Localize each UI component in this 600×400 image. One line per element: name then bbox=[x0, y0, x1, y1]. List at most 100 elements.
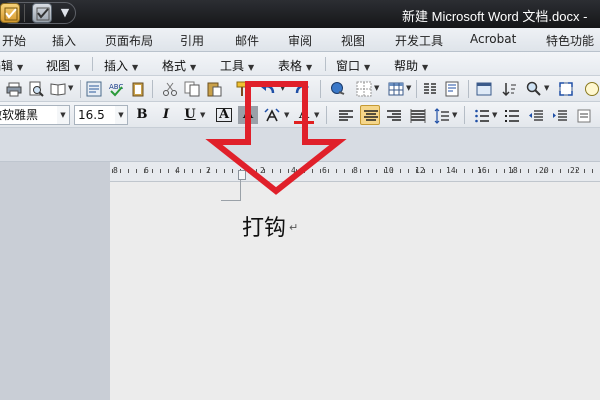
insert-table-button[interactable] bbox=[386, 79, 406, 99]
chevron-down-icon[interactable]: ▼ bbox=[544, 84, 549, 92]
tab-review[interactable]: 审阅 bbox=[288, 32, 312, 49]
spelling-check-button[interactable]: ABC bbox=[106, 79, 126, 99]
font-color-button[interactable]: A bbox=[294, 106, 314, 124]
sort-button[interactable] bbox=[500, 79, 520, 99]
italic-button[interactable]: I bbox=[156, 106, 176, 124]
menu-separator bbox=[92, 57, 93, 71]
document-page[interactable] bbox=[110, 182, 600, 400]
numbered-list-icon bbox=[475, 109, 489, 123]
font-name-combo[interactable]: 微软雅黑 ▼ bbox=[0, 105, 70, 125]
menu-table-label: 表格 bbox=[278, 59, 303, 73]
borders-button[interactable] bbox=[354, 79, 374, 99]
tab-view[interactable]: 视图 bbox=[341, 32, 365, 49]
chevron-down-icon[interactable]: ▼ bbox=[492, 111, 497, 119]
ruler-tick bbox=[232, 169, 233, 173]
align-right-button[interactable] bbox=[384, 106, 404, 126]
menu-tools[interactable]: 工具 ▼ bbox=[220, 57, 254, 74]
font-size-combo[interactable]: 16.5 ▼ bbox=[74, 105, 128, 125]
toolbar-separator bbox=[152, 80, 153, 98]
menu-window[interactable]: 窗口 ▼ bbox=[336, 57, 370, 74]
tab-mailings[interactable]: 邮件 bbox=[235, 32, 259, 49]
hyperlink-button[interactable] bbox=[328, 79, 348, 99]
quick-access-button-1[interactable] bbox=[0, 3, 20, 23]
word-window: ▼ 新建 Microsoft Word 文档.docx - 开始 插入 页面布局… bbox=[0, 0, 600, 400]
ruler-tick bbox=[400, 169, 401, 173]
menu-table[interactable]: 表格 ▼ bbox=[278, 57, 312, 74]
customize-quick-access-icon[interactable]: ▼ bbox=[56, 3, 74, 23]
tab-references[interactable]: 引用 bbox=[180, 32, 204, 49]
menu-help-label: 帮助 bbox=[394, 59, 419, 73]
ruler-tick bbox=[392, 169, 393, 173]
redo-button[interactable] bbox=[292, 79, 312, 99]
cut-button[interactable] bbox=[160, 79, 180, 99]
more-formatting-button[interactable] bbox=[574, 106, 594, 126]
scale-characters-button[interactable] bbox=[262, 106, 282, 126]
character-shading-button[interactable]: A bbox=[238, 106, 258, 124]
chevron-down-icon[interactable]: ▼ bbox=[374, 84, 379, 92]
window-icon bbox=[476, 82, 492, 96]
help-button[interactable] bbox=[582, 79, 600, 99]
menu-format[interactable]: 格式 ▼ bbox=[162, 57, 196, 74]
align-center-button[interactable] bbox=[360, 105, 380, 125]
horizontal-ruler[interactable]: 8642246810121416182022 bbox=[110, 162, 600, 182]
numbering-button[interactable] bbox=[472, 106, 492, 126]
toolbar-separator bbox=[326, 106, 327, 124]
format-painter-button[interactable] bbox=[232, 79, 252, 99]
underline-button[interactable]: U bbox=[180, 106, 200, 124]
menu-edit[interactable]: 编辑▼ bbox=[0, 57, 23, 74]
undo-button[interactable] bbox=[258, 79, 278, 99]
chevron-down-icon[interactable]: ▼ bbox=[57, 106, 69, 124]
tab-acrobat[interactable]: Acrobat bbox=[470, 32, 516, 46]
chevron-down-icon[interactable]: ▼ bbox=[284, 111, 289, 119]
character-border-button[interactable]: A bbox=[214, 106, 234, 124]
clipboard-button[interactable] bbox=[128, 79, 148, 99]
quick-access-button-2[interactable] bbox=[32, 3, 52, 23]
chevron-down-icon[interactable]: ▼ bbox=[200, 111, 205, 119]
tab-special-features[interactable]: 特色功能 bbox=[546, 32, 594, 49]
chevron-down-icon[interactable]: ▼ bbox=[406, 84, 411, 92]
increase-indent-button[interactable] bbox=[550, 106, 570, 126]
chevron-down-icon[interactable]: ▼ bbox=[280, 84, 285, 92]
document-map-icon bbox=[445, 81, 459, 97]
ruler-tick bbox=[288, 169, 289, 173]
read-mode-button[interactable] bbox=[48, 79, 68, 99]
ruler-tick bbox=[184, 169, 185, 173]
tab-insert[interactable]: 插入 bbox=[52, 32, 76, 49]
menu-view[interactable]: 视图 ▼ bbox=[46, 57, 80, 74]
align-left-button[interactable] bbox=[336, 106, 356, 126]
print-button[interactable] bbox=[4, 79, 24, 99]
full-screen-button[interactable] bbox=[556, 79, 576, 99]
distribute-button[interactable] bbox=[408, 106, 428, 126]
menu-help[interactable]: 帮助 ▼ bbox=[394, 57, 428, 74]
decrease-indent-button[interactable] bbox=[526, 106, 546, 126]
bullets-button[interactable] bbox=[502, 106, 522, 126]
chevron-down-icon[interactable]: ▼ bbox=[314, 111, 319, 119]
print-preview-button[interactable] bbox=[26, 79, 46, 99]
document-text[interactable]: 打钩 bbox=[242, 210, 286, 242]
research-button[interactable] bbox=[84, 79, 104, 99]
paste-button[interactable] bbox=[204, 79, 224, 99]
ruler-tick bbox=[552, 169, 553, 173]
ruler-tick bbox=[224, 169, 225, 173]
bold-button[interactable]: B bbox=[132, 106, 152, 124]
show-hide-button[interactable] bbox=[474, 79, 494, 99]
indent-marker[interactable] bbox=[238, 170, 246, 180]
line-spacing-button[interactable] bbox=[432, 106, 452, 126]
document-map-button[interactable] bbox=[442, 79, 462, 99]
ruler-tick bbox=[472, 169, 473, 173]
chevron-down-icon[interactable]: ▼ bbox=[68, 84, 73, 92]
ruler-tick bbox=[496, 169, 497, 173]
ruler-tick bbox=[576, 169, 577, 173]
tab-developer[interactable]: 开发工具 bbox=[395, 32, 443, 49]
ruler-tick bbox=[352, 169, 353, 173]
ruler-tick bbox=[216, 169, 217, 173]
copy-button[interactable] bbox=[182, 79, 202, 99]
columns-button[interactable] bbox=[420, 79, 440, 99]
zoom-button[interactable] bbox=[524, 79, 544, 99]
tab-page-layout[interactable]: 页面布局 bbox=[105, 32, 153, 49]
tab-home[interactable]: 开始 bbox=[2, 32, 26, 49]
redo-icon bbox=[295, 83, 309, 94]
chevron-down-icon[interactable]: ▼ bbox=[452, 111, 457, 119]
menu-insert[interactable]: 插入 ▼ bbox=[104, 57, 138, 74]
chevron-down-icon[interactable]: ▼ bbox=[115, 106, 127, 124]
